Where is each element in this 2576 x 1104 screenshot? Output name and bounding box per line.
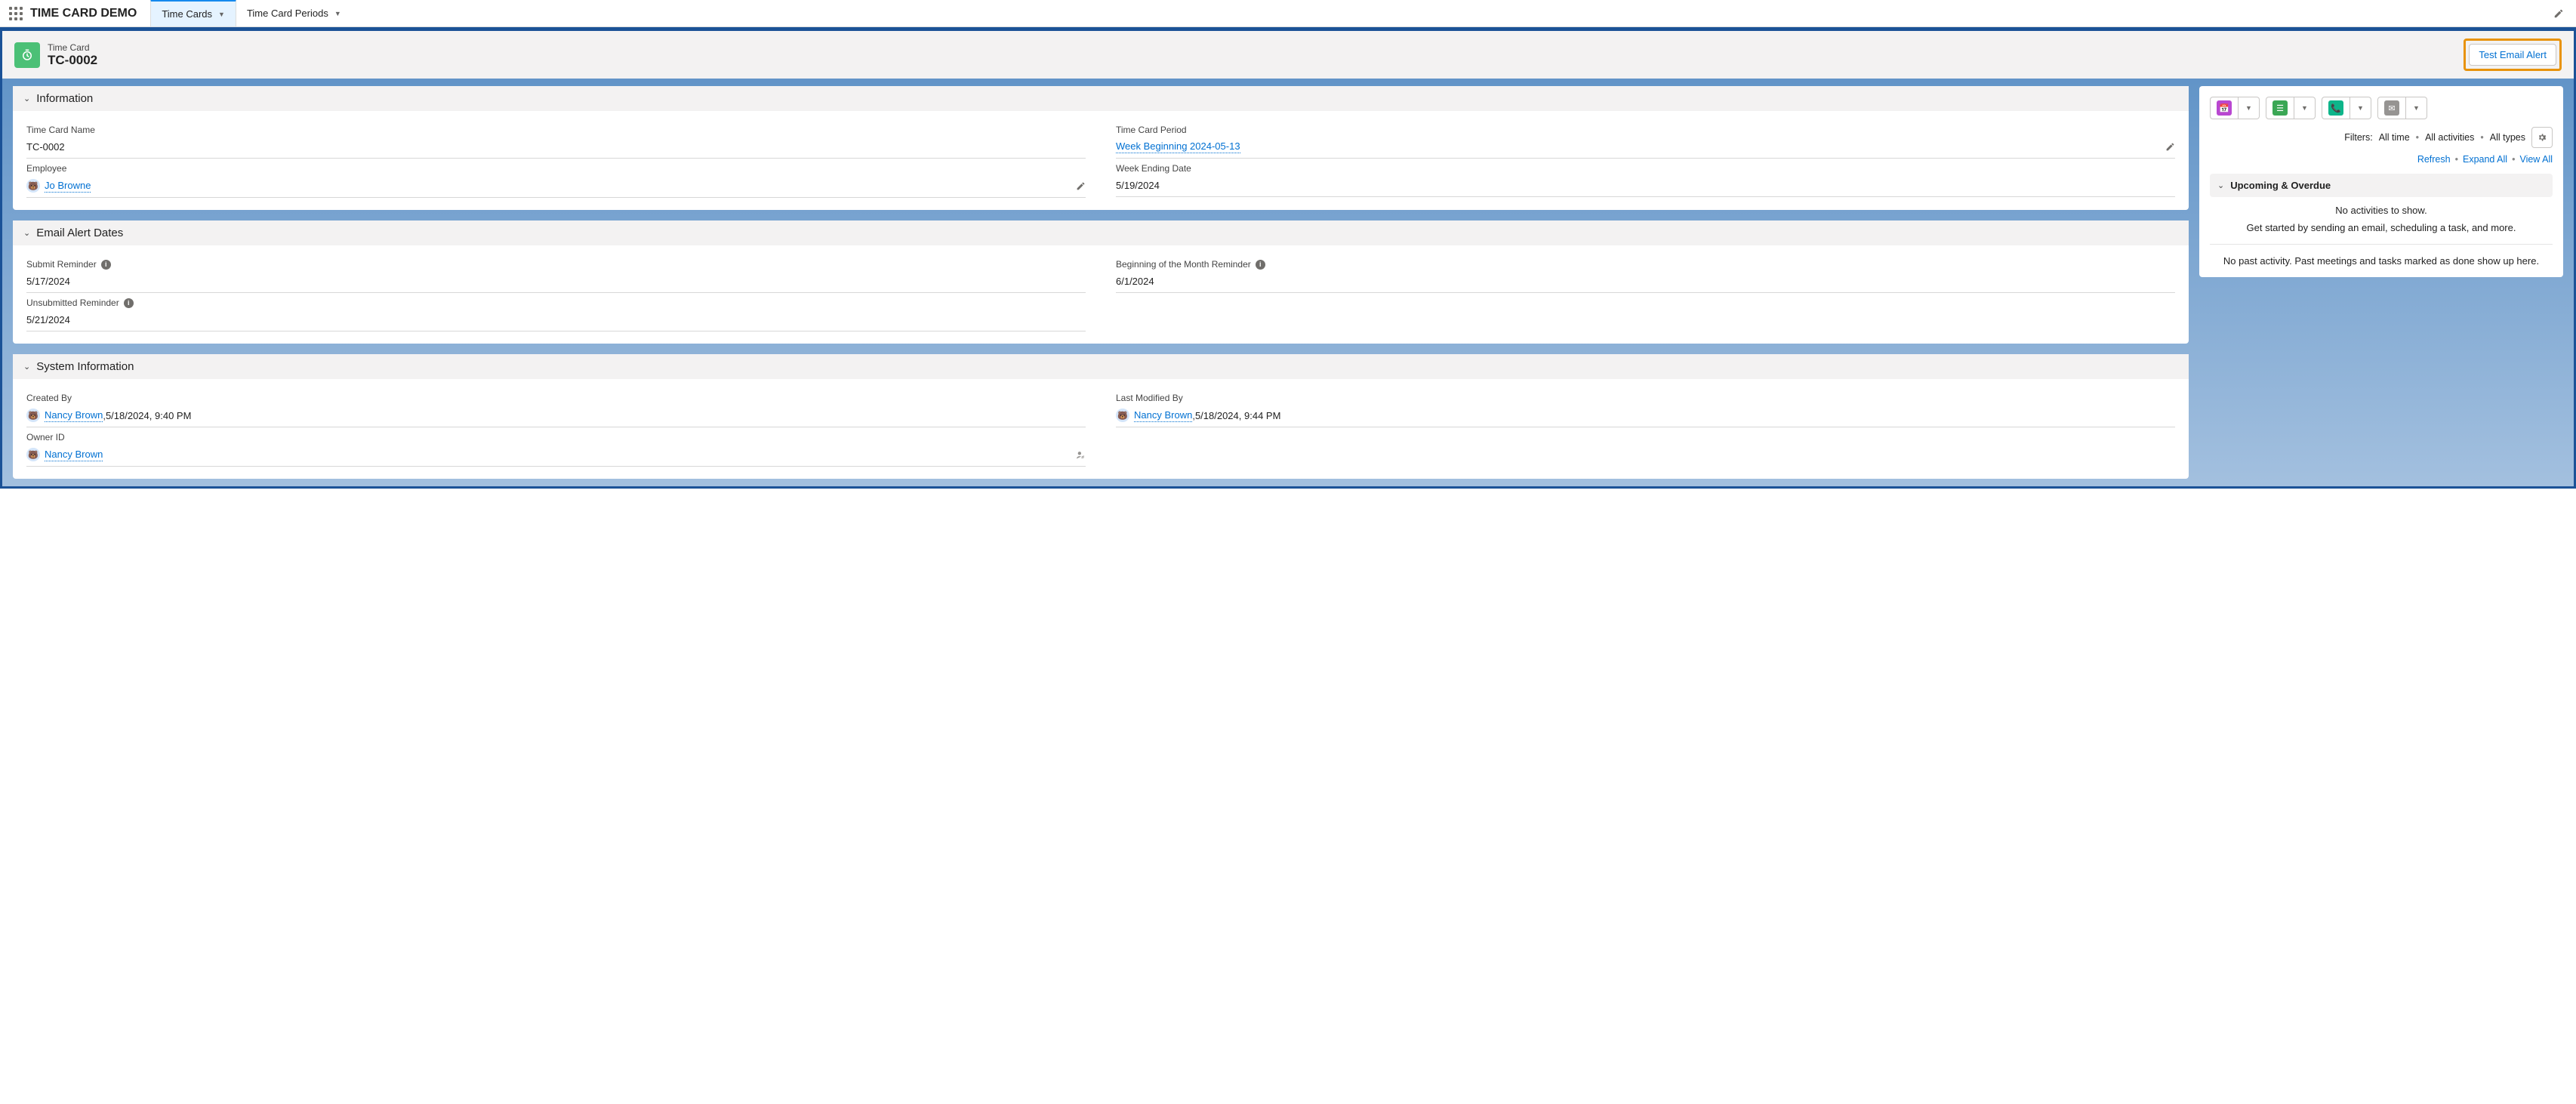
section-toggle-information[interactable]: ⌄ Information bbox=[13, 86, 2189, 111]
field-label: Beginning of the Month Reminder bbox=[1116, 259, 1251, 270]
chevron-down-icon[interactable]: ▼ bbox=[218, 11, 225, 18]
avatar-icon: 🐻 bbox=[26, 409, 40, 422]
new-event-dropdown[interactable]: ▼ bbox=[2239, 97, 2260, 119]
new-task-dropdown[interactable]: ▼ bbox=[2294, 97, 2316, 119]
field-label: Unsubmitted Reminder bbox=[26, 298, 119, 308]
field-label: Submit Reminder bbox=[26, 259, 97, 270]
last-modified-by-user-link[interactable]: Nancy Brown bbox=[1134, 409, 1192, 422]
empty-activities-line2: Get started by sending an email, schedul… bbox=[2210, 222, 2553, 233]
chevron-down-icon: ⌄ bbox=[23, 94, 30, 103]
highlighted-action: Test Email Alert bbox=[2464, 39, 2562, 71]
task-icon: ☰ bbox=[2272, 100, 2288, 116]
email-button[interactable]: ✉ bbox=[2377, 97, 2406, 119]
test-email-alert-button[interactable]: Test Email Alert bbox=[2469, 44, 2556, 66]
field-label: Created By bbox=[26, 393, 1086, 403]
chevron-down-icon: ⌄ bbox=[2217, 180, 2224, 190]
chevron-down-icon: ⌄ bbox=[23, 228, 30, 238]
created-by-timestamp: 5/18/2024, 9:40 PM bbox=[106, 410, 191, 421]
avatar-icon: 🐻 bbox=[26, 448, 40, 461]
record-title: TC-0002 bbox=[48, 53, 97, 68]
edit-field-icon[interactable] bbox=[2165, 142, 2175, 152]
info-icon[interactable]: i bbox=[124, 298, 134, 308]
view-all-link[interactable]: View All bbox=[2519, 154, 2553, 165]
info-icon[interactable]: i bbox=[1256, 260, 1265, 270]
avatar-icon: 🐻 bbox=[26, 179, 40, 193]
edit-field-icon[interactable] bbox=[1076, 181, 1086, 191]
time-card-period-link[interactable]: Week Beginning 2024-05-13 bbox=[1116, 140, 1240, 153]
info-icon[interactable]: i bbox=[101, 260, 111, 270]
owner-user-link[interactable]: Nancy Brown bbox=[45, 449, 103, 461]
calendar-icon: 📅 bbox=[2217, 100, 2232, 116]
divider bbox=[2210, 244, 2553, 245]
new-task-button[interactable]: ☰ bbox=[2266, 97, 2294, 119]
activity-panel: 📅 ▼ ☰ ▼ 📞 ▼ ✉ ▼ Filters: All time bbox=[2199, 86, 2563, 277]
time-card-name-value: TC-0002 bbox=[26, 141, 65, 153]
filter-types: All types bbox=[2490, 132, 2525, 143]
section-toggle-email-alerts[interactable]: ⌄ Email Alert Dates bbox=[13, 220, 2189, 245]
no-past-activity-text: No past activity. Past meetings and task… bbox=[2210, 255, 2553, 267]
submit-reminder-value: 5/17/2024 bbox=[26, 276, 70, 287]
week-ending-value: 5/19/2024 bbox=[1116, 180, 1160, 191]
field-label: Week Ending Date bbox=[1116, 163, 2175, 174]
tab-time-card-periods[interactable]: Time Card Periods ▼ bbox=[236, 0, 352, 27]
chevron-down-icon: ⌄ bbox=[23, 362, 30, 372]
section-title: System Information bbox=[36, 360, 134, 373]
expand-all-link[interactable]: Expand All bbox=[2463, 154, 2507, 165]
filter-settings-button[interactable] bbox=[2531, 127, 2553, 148]
unsubmitted-reminder-value: 5/21/2024 bbox=[26, 314, 70, 325]
section-title: Information bbox=[36, 92, 93, 105]
avatar-icon: 🐻 bbox=[1116, 409, 1129, 422]
created-by-user-link[interactable]: Nancy Brown bbox=[45, 409, 103, 422]
upcoming-overdue-title: Upcoming & Overdue bbox=[2230, 180, 2331, 191]
field-label: Time Card Period bbox=[1116, 125, 2175, 135]
month-reminder-value: 6/1/2024 bbox=[1116, 276, 1154, 287]
filter-activities: All activities bbox=[2425, 132, 2474, 143]
email-dropdown[interactable]: ▼ bbox=[2406, 97, 2427, 119]
field-label: Employee bbox=[26, 163, 1086, 174]
upcoming-overdue-toggle[interactable]: ⌄ Upcoming & Overdue bbox=[2210, 174, 2553, 197]
section-toggle-system-info[interactable]: ⌄ System Information bbox=[13, 354, 2189, 379]
edit-page-icon[interactable] bbox=[2547, 8, 2570, 19]
tab-time-cards[interactable]: Time Cards ▼ bbox=[150, 0, 236, 26]
filter-time: All time bbox=[2379, 132, 2410, 143]
record-header: Time Card TC-0002 Test Email Alert bbox=[2, 31, 2574, 79]
email-alert-dates-section: ⌄ Email Alert Dates Submit Reminder i 5/… bbox=[13, 220, 2189, 344]
chevron-down-icon[interactable]: ▼ bbox=[334, 10, 341, 17]
gear-icon bbox=[2537, 132, 2547, 143]
log-call-button[interactable]: 📞 bbox=[2322, 97, 2350, 119]
filters-label: Filters: bbox=[2344, 132, 2373, 143]
tab-label: Time Cards bbox=[162, 8, 212, 20]
system-information-section: ⌄ System Information Created By 🐻 Nancy … bbox=[13, 354, 2189, 479]
last-modified-by-timestamp: 5/18/2024, 9:44 PM bbox=[1195, 410, 1280, 421]
tab-label: Time Card Periods bbox=[247, 8, 328, 19]
app-launcher-icon[interactable] bbox=[9, 7, 23, 20]
phone-icon: 📞 bbox=[2328, 100, 2343, 116]
refresh-link[interactable]: Refresh bbox=[2417, 154, 2451, 165]
information-section: ⌄ Information Time Card Name TC-0002 Tim… bbox=[13, 86, 2189, 210]
section-title: Email Alert Dates bbox=[36, 227, 123, 239]
record-type-label: Time Card bbox=[48, 42, 97, 53]
new-event-button[interactable]: 📅 bbox=[2210, 97, 2239, 119]
employee-link[interactable]: Jo Browne bbox=[45, 180, 91, 193]
field-label: Time Card Name bbox=[26, 125, 1086, 135]
log-call-dropdown[interactable]: ▼ bbox=[2350, 97, 2371, 119]
field-label: Owner ID bbox=[26, 432, 1086, 443]
field-label: Last Modified By bbox=[1116, 393, 2175, 403]
app-name: TIME CARD DEMO bbox=[30, 7, 137, 20]
empty-activities-line1: No activities to show. bbox=[2210, 205, 2553, 216]
time-card-icon bbox=[14, 42, 40, 68]
change-owner-icon[interactable] bbox=[1076, 450, 1086, 460]
email-icon: ✉ bbox=[2384, 100, 2399, 116]
